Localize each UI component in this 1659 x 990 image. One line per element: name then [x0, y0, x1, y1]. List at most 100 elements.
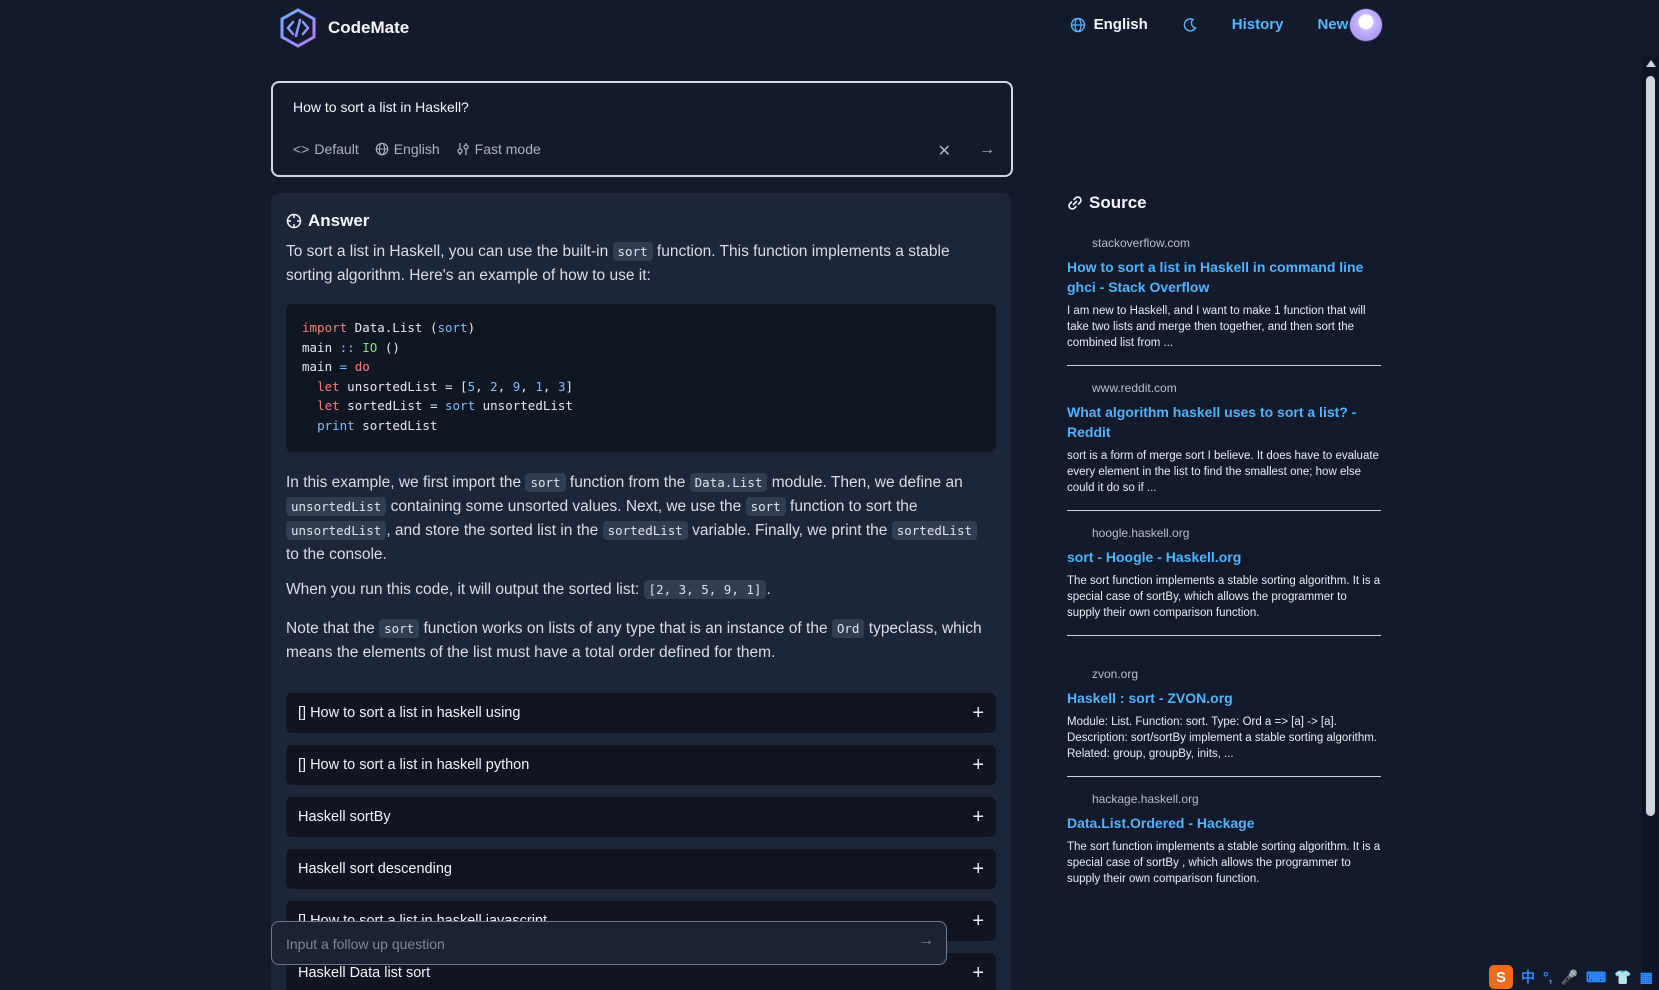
inline-code: sort [379, 619, 420, 638]
related-item-label: Haskell Data list sort [298, 965, 431, 981]
mode-fast-option[interactable]: Fast mode [456, 141, 541, 157]
text-span: function works on lists of any type that… [419, 620, 832, 637]
code-token: ] [565, 378, 574, 394]
brand[interactable]: CodeMate [278, 8, 409, 48]
scroll-up-arrow-icon[interactable] [1646, 60, 1656, 67]
text-span: Note that the [286, 620, 380, 637]
scroll-thumb[interactable] [1646, 76, 1655, 816]
code-token: print [317, 417, 355, 433]
microphone-icon[interactable]: 🎤 [1561, 969, 1578, 986]
moon-icon[interactable] [1182, 17, 1198, 33]
source-link[interactable]: What algorithm haskell uses to sort a li… [1067, 402, 1381, 442]
source-domain: stackoverflow.com [1092, 236, 1191, 250]
mode-default-option[interactable]: <> Default [293, 141, 359, 157]
source-title: Source [1089, 193, 1147, 212]
related-item-label: Haskell sortBy [298, 809, 391, 825]
followup-input[interactable] [284, 932, 888, 956]
plus-icon[interactable]: + [972, 962, 984, 985]
inline-code: sort [745, 497, 786, 516]
related-item[interactable]: [] How to sort a list in haskell using + [286, 693, 996, 733]
source-item: www.reddit.com What algorithm haskell us… [1067, 381, 1381, 511]
code-token: , [542, 378, 558, 394]
code-token: do [354, 359, 370, 374]
text-span: containing some unsorted values. Next, w… [386, 498, 746, 515]
code-token: 2 [490, 378, 498, 394]
text-span: function from the [565, 474, 690, 491]
submit-arrow-icon[interactable]: → [979, 141, 995, 161]
code-token: 1 [535, 378, 543, 394]
query-actions: ✕ → [938, 141, 995, 161]
query-box[interactable]: How to sort a list in Haskell? <> Defaul… [271, 81, 1013, 177]
brand-name: CodeMate [328, 18, 410, 37]
inline-code: sortedList [891, 521, 977, 540]
inline-code: Data.List [689, 473, 768, 492]
top-header: CodeMate English History Newest [0, 0, 1640, 60]
code-token: main [302, 339, 340, 355]
history-link[interactable]: History [1232, 16, 1284, 33]
related-item-label: [] How to sort a list in haskell python [298, 757, 530, 773]
code-token: unsortedList = [ [339, 378, 468, 394]
query-text[interactable]: How to sort a list in Haskell? [293, 99, 469, 115]
text-span: to the console. [286, 546, 387, 563]
source-snippet: The sort function implements a stable so… [1067, 841, 1381, 885]
keyboard-icon[interactable]: ⌨ [1586, 969, 1606, 986]
answer-heading: Answer [286, 211, 369, 231]
punctuation-icon[interactable]: °, [1543, 969, 1553, 985]
source-link[interactable]: Haskell : sort - ZVON.org [1067, 688, 1381, 708]
source-domain: hackage.haskell.org [1092, 792, 1199, 806]
code-token: , [475, 378, 491, 394]
code-token: sortedList [354, 417, 438, 433]
text-span: module. Then, we define an [767, 474, 963, 491]
page-scrollbar[interactable] [1642, 56, 1659, 990]
send-arrow-icon[interactable]: → [918, 932, 934, 950]
text-span: In this example, we first import the [286, 474, 526, 491]
avatar[interactable] [1350, 9, 1382, 41]
text-span: . [766, 581, 771, 598]
ime-mode-label[interactable]: 中 [1521, 967, 1535, 987]
answer-paragraph-1: To sort a list in Haskell, you can use t… [286, 240, 986, 288]
globe-icon [375, 142, 389, 156]
code-token: Data.List ( [347, 320, 438, 335]
code-brackets-icon: <> [293, 141, 310, 157]
link-icon [1068, 196, 1082, 210]
code-token: , [520, 378, 536, 394]
skin-icon[interactable]: 👕 [1614, 969, 1631, 986]
top-nav: English History Newest [1070, 16, 1370, 33]
inline-code: sort [525, 473, 566, 492]
mode-language-option[interactable]: English [375, 141, 440, 157]
code-token: sort [445, 398, 476, 413]
answer-card: Answer To sort a list in Haskell, you ca… [271, 193, 1011, 990]
source-domain: hoogle.haskell.org [1092, 526, 1190, 540]
language-selector[interactable]: English [1070, 16, 1148, 33]
plus-icon[interactable]: + [972, 806, 984, 829]
related-item[interactable]: [] How to sort a list in haskell python … [286, 745, 996, 785]
sliders-icon [456, 143, 469, 155]
code-token: unsortedList [475, 398, 573, 413]
source-item: stackoverflow.com How to sort a list in … [1067, 236, 1381, 366]
source-link[interactable]: Data.List.Ordered - Hackage [1067, 813, 1381, 833]
inline-code: unsortedList [286, 521, 387, 540]
source-snippet: The sort function implements a stable so… [1067, 575, 1381, 619]
clear-icon[interactable]: ✕ [938, 141, 951, 161]
source-item: hackage.haskell.org Data.List.Ordered - … [1067, 792, 1381, 887]
ime-logo-icon[interactable]: S [1489, 965, 1513, 989]
related-item[interactable]: Haskell sortBy + [286, 797, 996, 837]
related-item[interactable]: Haskell sort descending + [286, 849, 996, 889]
inline-code: unsortedList [286, 497, 387, 516]
code-token: let [317, 378, 340, 394]
plus-icon[interactable]: + [972, 858, 984, 881]
menu-grid-icon[interactable]: ▦ [1640, 969, 1653, 986]
source-item: hoogle.haskell.org sort - Hoogle - Haske… [1067, 526, 1381, 636]
plus-icon[interactable]: + [972, 754, 984, 777]
plus-icon[interactable]: + [972, 910, 984, 933]
source-link[interactable]: sort - Hoogle - Haskell.org [1067, 547, 1381, 567]
text-span: To sort a list in Haskell, you can use t… [286, 243, 613, 260]
code-token: , [497, 378, 513, 394]
plus-icon[interactable]: + [972, 702, 984, 725]
source-link[interactable]: How to sort a list in Haskell in command… [1067, 257, 1381, 297]
code-block: import Data.List (sort) main :: IO () ma… [286, 304, 996, 452]
text-span: When you run this code, it will output t… [286, 581, 644, 598]
code-token: IO [362, 339, 378, 355]
mode-default-label: Default [314, 141, 359, 157]
